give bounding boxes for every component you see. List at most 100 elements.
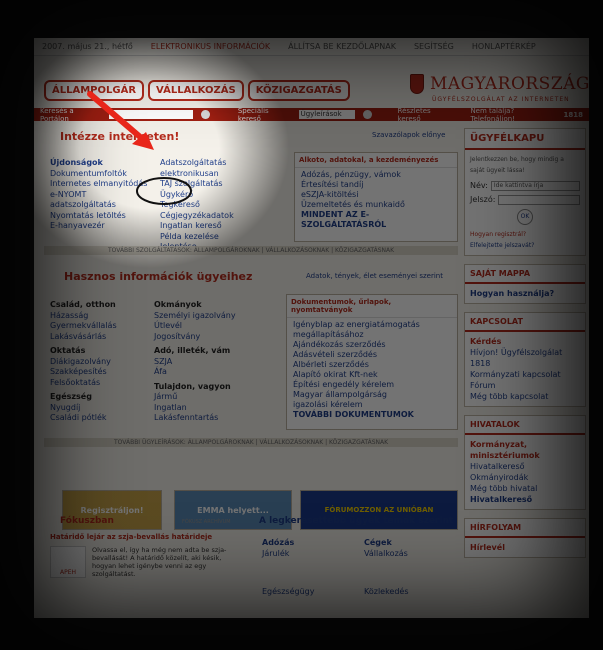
sitemap-link[interactable]: HONLAPTÉRKÉP (472, 42, 536, 51)
set-homepage-link[interactable]: ÁLLÍTSA BE KEZDŐLAPNAK (288, 42, 396, 51)
list-item[interactable]: Diákigazolvány (50, 357, 160, 368)
documents-box: Dokumentumok, űrlapok, nyomtatványok Igé… (286, 294, 458, 430)
list-item[interactable]: Nyugdíj (50, 403, 160, 414)
list-item[interactable]: Adózás (262, 538, 352, 549)
kapcsolat-box: KAPCSOLAT Kérdés Hívjon! Ügyfélszolgálat… (464, 312, 586, 407)
list-item[interactable]: Kormányzat, minisztériumok (470, 439, 580, 461)
list-item[interactable]: Vállalkozás (364, 549, 454, 560)
password-field[interactable] (498, 194, 580, 205)
popular-col2: Cégek Vállalkozás Közlekedés (364, 538, 454, 598)
list-item[interactable]: Házasság (50, 311, 160, 322)
help-link[interactable]: SEGÍTSÉG (414, 42, 454, 51)
popular-col1: Adózás Járulék Egészségügy (262, 538, 352, 598)
list-item[interactable]: Internetes elmanyitódás (50, 179, 160, 190)
search-type-select[interactable]: Ügyleírások (298, 110, 356, 119)
tab-vallalkozas[interactable]: VÁLLALKOZÁS (148, 80, 244, 101)
list-item[interactable]: Igényblap az energiatámogatás (293, 320, 451, 330)
list-item[interactable]: Közlekedés (364, 587, 454, 598)
site-logo[interactable]: MAGYARORSZÁG.HU (410, 74, 589, 94)
list-item[interactable]: Hivatalkereső (470, 494, 580, 505)
list-item[interactable]: Adásvételi szerződés (293, 350, 451, 360)
forgot-password-link[interactable]: Elfelejtette jelszavát? (470, 240, 580, 251)
list-item[interactable]: SZJA (154, 357, 284, 368)
list-item[interactable]: TOVÁBBI DOKUMENTUMOK (293, 410, 451, 420)
list-item[interactable]: Kormányzati kapcsolat (470, 369, 580, 380)
list-item[interactable]: MINDENT AZ E-SZOLGÁLTATÁSRÓL (301, 210, 451, 230)
list-item[interactable]: TAJ szolgáltatás (160, 179, 280, 190)
list-item[interactable]: Példa kezelése (160, 232, 280, 243)
list-item[interactable]: Cégjegyzékadatok (160, 211, 280, 222)
popular-title: A legkeresettebb ügyek témák szerint (259, 516, 454, 526)
list-item[interactable]: Családi pótlék (50, 413, 160, 424)
list-item[interactable]: Fórum (470, 380, 580, 391)
category-heading: Egészség (50, 392, 92, 401)
list-item[interactable]: Felsőoktatás (50, 378, 160, 389)
list-item[interactable]: Magyar állampolgárság (293, 390, 451, 400)
info-col1: Család, otthon Házasság Gyermekvállalás … (50, 296, 160, 424)
list-item[interactable]: Útlevél (154, 321, 284, 332)
list-item[interactable]: Üzemeltetés és munkaidő (301, 200, 451, 210)
list-item[interactable]: Ügykérő (160, 190, 280, 201)
list-item[interactable]: Jármű (154, 392, 284, 403)
list-item[interactable]: Ajándékozás szerződés (293, 340, 451, 350)
list-item[interactable]: E-hanyavezér (50, 221, 160, 232)
search-input[interactable] (108, 110, 194, 119)
right-sidebar: ÜGYFÉLKAPU Jelentkezzen be, hogy mindig … (464, 128, 586, 566)
focus-archive-link[interactable]: FÓKUSZ ARCHÍVUM (182, 519, 231, 525)
cegkereso-link[interactable]: Tegkereső (160, 200, 280, 211)
list-item[interactable]: Újdonságok (50, 158, 160, 169)
list-item[interactable]: Ingatlan kereső (160, 221, 280, 232)
list-item[interactable]: Ingatlan (154, 403, 284, 414)
list-item[interactable]: Értesítési tandíj (301, 180, 451, 190)
register-link[interactable]: Hogyan regisztrál? (470, 229, 580, 240)
focus-body: Olvassa el, így ha még nem adta be szja-… (92, 546, 227, 578)
list-item[interactable]: Nyomtatás letöltés (50, 211, 160, 222)
list-item[interactable]: Még több kapcsolat (470, 391, 580, 402)
username-field[interactable]: Ide kattintva írja (490, 180, 580, 191)
list-item[interactable]: Építési engedély kérelem (293, 380, 451, 390)
list-item[interactable]: megállapításához (293, 330, 451, 340)
advanced-search-link[interactable]: Részletes kereső (398, 107, 453, 123)
focus-title: Fókuszban (60, 516, 114, 526)
focus-headline[interactable]: Határidő lejár az szja-bevallás határide… (50, 533, 250, 541)
special-search-go-button[interactable] (363, 110, 372, 119)
newsletter-link[interactable]: Hírlevél (470, 542, 580, 553)
tab-kozigazgatas[interactable]: KÖZIGAZGATÁS (247, 80, 350, 101)
info-link[interactable]: ELEKTRONIKUS INFORMÁCIÓK (151, 42, 270, 51)
list-item[interactable]: Szakképesítés (50, 367, 160, 378)
tab-allampolgar[interactable]: ÁLLAMPOLGÁR (44, 80, 145, 101)
section2-more-link[interactable]: Adatok, tények, élet eseményei szerint (306, 272, 443, 280)
list-item[interactable]: Dokumentumfoltók (50, 169, 160, 180)
list-item[interactable]: Okmányirodák (470, 472, 580, 483)
list-item[interactable]: Hivatalkereső (470, 461, 580, 472)
special-search-label: Speciális kereső (237, 106, 269, 123)
list-item[interactable]: Adatszolgáltatás elektronikusan (160, 158, 280, 179)
list-item[interactable]: Még több hivatal (470, 483, 580, 494)
list-item[interactable]: Hívjon! Ügyfélszolgálat 1818 (470, 347, 580, 369)
list-item[interactable]: Cégek (364, 538, 454, 549)
list-item[interactable]: Albérleti szerződés (293, 360, 451, 370)
list-item[interactable]: e-NYOMT (50, 190, 160, 201)
list-item[interactable]: adatszolgáltatás (50, 200, 160, 211)
more-services-bar[interactable]: TOVÁBBI SZOLGÁLTATÁSOK: ÁLLAMPOLGÁROKNAK… (44, 246, 458, 255)
section1-more-link[interactable]: Szavazólapok előnye (372, 131, 445, 139)
login-ok-button[interactable]: OK (517, 209, 533, 225)
more-descriptions-bar[interactable]: TOVÁBBI ÜGYLEÍRÁSOK: ÁLLAMPOLGÁROKNAK | … (44, 438, 458, 447)
list-item[interactable]: Kérdés (470, 336, 580, 347)
list-item[interactable]: Alapító okirat Kft-nek (293, 370, 451, 380)
list-item[interactable]: Gyermekvállalás (50, 321, 160, 332)
search-go-button[interactable] (201, 110, 210, 119)
list-item[interactable]: Jogosítvány (154, 332, 284, 343)
list-item[interactable]: Áfa (154, 367, 284, 378)
list-item[interactable]: Adózás, pénzügy, vámok (301, 170, 451, 180)
audience-tabs: ÁLLAMPOLGÁR VÁLLALKOZÁS KÖZIGAZGATÁS (44, 80, 350, 101)
mappa-help-link[interactable]: Hogyan használja? (470, 288, 580, 299)
list-item[interactable]: eSZJA-kitöltési (301, 190, 451, 200)
list-item[interactable]: Lakásfenntartás (154, 413, 284, 424)
list-item[interactable]: igazolási kérelem (293, 400, 451, 410)
list-item[interactable]: Lakásvásárlás (50, 332, 160, 343)
list-item[interactable]: Egészségügy (262, 587, 352, 598)
list-item[interactable]: Személyi igazolvány (154, 311, 284, 322)
search-bar: Keresés a Portálon Speciális kereső Ügyl… (34, 106, 589, 123)
list-item[interactable]: Járulék (262, 549, 352, 560)
